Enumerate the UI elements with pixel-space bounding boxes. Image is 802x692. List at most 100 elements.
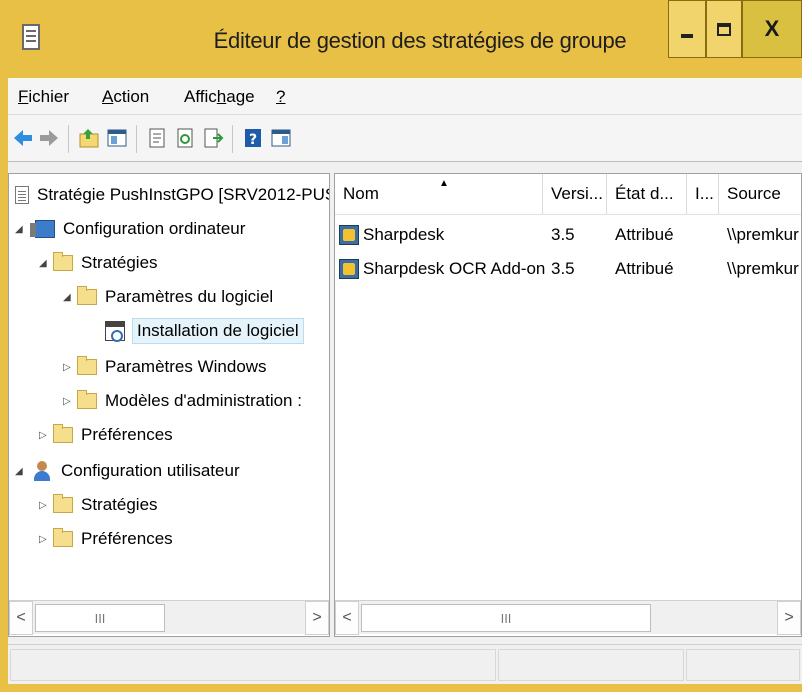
cell-version: 3.5 <box>551 259 575 278</box>
tree-item-label: Préférences <box>81 425 173 444</box>
console-tree[interactable]: Stratégie PushInstGPO [SRV2012-PUSH ◢ Co… <box>8 173 330 637</box>
tree-item-strategies-user[interactable]: ▷ Stratégies <box>39 488 158 522</box>
row-name-label: Sharpdesk OCR Add-on <box>363 259 546 278</box>
title-bar[interactable]: Éditeur de gestion des stratégies de gro… <box>0 0 802 78</box>
collapsed-arrow-icon[interactable]: ▷ <box>63 396 77 407</box>
close-button[interactable]: X <box>742 0 802 58</box>
tree-item-parametres-windows[interactable]: ▷ Paramètres Windows <box>63 350 267 384</box>
scroll-left-button[interactable]: < <box>335 601 359 635</box>
list-horizontal-scrollbar[interactable]: < III > <box>335 600 801 635</box>
tree-item-label: Stratégies <box>81 495 158 514</box>
tree-root[interactable]: Stratégie PushInstGPO [SRV2012-PUSH <box>15 178 330 212</box>
cell-state: Attribué <box>615 259 674 278</box>
column-header-version[interactable]: Versi... <box>543 174 607 214</box>
forward-arrow-icon[interactable] <box>38 127 60 149</box>
cell-source: \\premkur <box>727 259 799 278</box>
column-header-label: I... <box>695 184 714 203</box>
scroll-right-button[interactable]: > <box>305 601 329 635</box>
cell-version: 3.5 <box>551 225 575 244</box>
export-list-icon[interactable] <box>202 127 224 149</box>
column-header-source[interactable]: Source <box>719 174 801 214</box>
menu-action-label: Action <box>102 87 150 106</box>
back-arrow-icon[interactable] <box>12 127 34 149</box>
folder-icon <box>53 424 73 443</box>
collapsed-arrow-icon[interactable]: ▷ <box>39 534 53 545</box>
expanded-arrow-icon[interactable]: ◢ <box>15 224 29 235</box>
tree-item-parametres-du-logiciel[interactable]: ◢ Paramètres du logiciel <box>63 280 273 314</box>
menu-action[interactable]: Action <box>102 87 149 107</box>
column-header-i[interactable]: I... <box>687 174 719 214</box>
tree-item-label: Stratégies <box>81 253 158 272</box>
expanded-arrow-icon[interactable]: ◢ <box>15 466 29 477</box>
scroll-left-button[interactable]: < <box>9 601 33 635</box>
folder-icon <box>53 528 73 547</box>
app-icon <box>22 24 40 50</box>
column-header-nom[interactable]: Nom ▲ <box>335 174 543 214</box>
expanded-arrow-icon[interactable]: ◢ <box>39 258 53 269</box>
tree-item-configuration-ordinateur[interactable]: ◢ Configuration ordinateur <box>15 212 245 246</box>
maximize-button[interactable] <box>706 0 742 58</box>
cell-name: Sharpdesk OCR Add-on <box>339 252 551 286</box>
tree-item-preferences-user[interactable]: ▷ Préférences <box>39 522 173 556</box>
status-panel <box>498 649 684 681</box>
scroll-right-button[interactable]: > <box>777 601 801 635</box>
software-installation-icon <box>105 321 125 342</box>
client-area: Fichier Action Affichage ? ? Stratégie P… <box>8 78 802 684</box>
expanded-arrow-icon[interactable]: ◢ <box>63 292 77 303</box>
menu-affichage[interactable]: Affichage <box>184 87 255 107</box>
toolbar: ? <box>8 114 802 162</box>
window: Éditeur de gestion des stratégies de gro… <box>0 0 802 692</box>
maximize-icon <box>717 22 731 36</box>
show-hide-console-tree-icon[interactable] <box>106 127 128 149</box>
collapsed-arrow-icon[interactable]: ▷ <box>63 362 77 373</box>
result-list[interactable]: Nom ▲ Versi... État d... I... Source Sha… <box>334 173 802 637</box>
refresh-icon[interactable] <box>174 127 196 149</box>
tree-root-label: Stratégie PushInstGPO [SRV2012-PUSH <box>37 185 330 204</box>
show-hide-action-pane-icon[interactable] <box>270 127 292 149</box>
help-icon[interactable]: ? <box>242 127 264 149</box>
menu-fichier[interactable]: Fichier <box>18 87 69 107</box>
tree-item-label: Modèles d'administration : <box>105 391 302 410</box>
header-divider <box>335 214 801 215</box>
menu-bar: Fichier Action Affichage ? <box>8 78 802 114</box>
tree-item-label: Paramètres du logiciel <box>105 287 274 306</box>
toolbar-separator <box>232 125 233 153</box>
window-title: Éditeur de gestion des stratégies de gro… <box>213 28 627 53</box>
computer-icon <box>30 220 55 238</box>
status-panel <box>10 649 496 681</box>
gpo-document-icon <box>15 186 29 204</box>
user-icon <box>33 461 53 481</box>
column-header-label: Nom <box>343 184 379 203</box>
column-header-etat[interactable]: État d... <box>607 174 687 214</box>
tree-item-modeles-administration[interactable]: ▷ Modèles d'administration : <box>63 384 302 418</box>
status-bar <box>8 644 802 684</box>
menu-fichier-label: Fichier <box>18 87 70 106</box>
msi-package-icon <box>339 225 359 245</box>
cell-source: \\premkur <box>727 225 799 244</box>
menu-affichage-label: Affichage <box>184 87 255 106</box>
tree-item-strategies[interactable]: ◢ Stratégies <box>39 246 158 280</box>
minimize-icon <box>681 34 693 38</box>
minimize-button[interactable] <box>668 0 706 58</box>
column-header-label: État d... <box>615 184 674 203</box>
scroll-thumb[interactable]: III <box>35 604 165 632</box>
up-folder-icon[interactable] <box>78 127 100 149</box>
tree-item-installation-de-logiciel[interactable]: Installation de logiciel <box>105 314 304 348</box>
tree-item-configuration-utilisateur[interactable]: ◢ Configuration utilisateur <box>15 454 240 488</box>
tree-item-label: Préférences <box>81 529 173 548</box>
folder-icon <box>77 390 97 409</box>
collapsed-arrow-icon[interactable]: ▷ <box>39 500 53 511</box>
tree-item-preferences[interactable]: ▷ Préférences <box>39 418 173 452</box>
cell-name: Sharpdesk <box>339 218 543 252</box>
column-header-label: Versi... <box>551 184 603 203</box>
folder-icon <box>77 286 97 305</box>
tree-item-label: Paramètres Windows <box>105 357 267 376</box>
scroll-thumb[interactable]: III <box>361 604 651 632</box>
menu-help[interactable]: ? <box>276 87 285 107</box>
properties-icon[interactable] <box>146 127 168 149</box>
tree-horizontal-scrollbar[interactable]: < III > <box>9 600 329 635</box>
collapsed-arrow-icon[interactable]: ▷ <box>39 430 53 441</box>
tree-item-label: Configuration ordinateur <box>63 219 246 238</box>
status-panel <box>686 649 800 681</box>
msi-package-icon <box>339 259 359 279</box>
